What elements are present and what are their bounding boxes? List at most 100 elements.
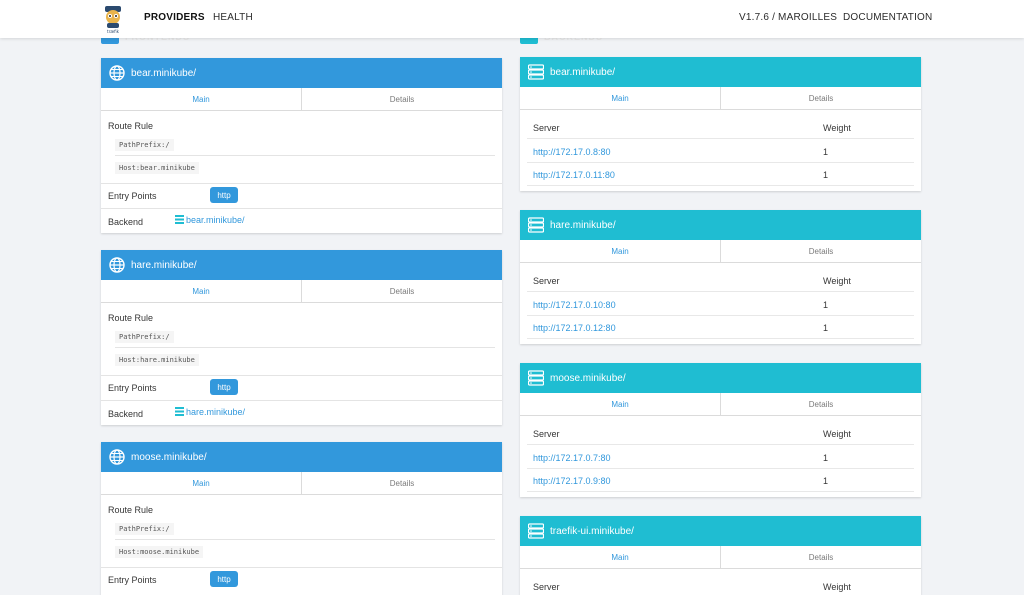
divider — [101, 375, 502, 376]
entry-point-http-button[interactable]: http — [210, 571, 238, 587]
frontend-tabs: Main Details — [101, 88, 502, 111]
server-url-link[interactable]: http://172.17.0.10:80 — [533, 300, 616, 310]
server-url-link[interactable]: http://172.17.0.7:80 — [533, 453, 611, 463]
server-weight: 1 — [823, 170, 829, 180]
backend-body: Server Weight http://172.17.0.8:80 1 htt… — [520, 110, 921, 190]
table-row: http://172.17.0.10:80 1 — [527, 293, 914, 316]
entry-point-http-button[interactable]: http — [210, 379, 238, 395]
server-icon — [528, 217, 544, 233]
backend-label: Backend — [108, 217, 144, 227]
tab-details[interactable]: Details — [302, 472, 502, 494]
tab-main[interactable]: Main — [520, 393, 721, 415]
frontend-name: hare.minikube/ — [131, 259, 197, 271]
backend-link[interactable]: bear.minikube/ — [175, 215, 245, 225]
divider — [101, 183, 502, 184]
backend-label: Backend — [108, 409, 144, 419]
backend-body: Server Weight — [520, 569, 921, 595]
server-weight: 1 — [823, 300, 829, 310]
frontend-card-hare: hare.minikube/ Main Details Route Rule P… — [101, 250, 502, 425]
divider — [115, 539, 495, 540]
table-row: http://172.17.0.7:80 1 — [527, 446, 914, 469]
tab-main[interactable]: Main — [101, 472, 302, 494]
weight-column-header: Weight — [823, 429, 851, 439]
table-row: http://172.17.0.8:80 1 — [527, 140, 914, 163]
table-header-row: Server Weight — [527, 422, 914, 445]
route-rule-label: Route Rule — [108, 505, 154, 515]
table-row: http://172.17.0.9:80 1 — [527, 469, 914, 492]
backend-link[interactable]: hare.minikube/ — [175, 407, 245, 417]
server-url-link[interactable]: http://172.17.0.11:80 — [533, 170, 615, 180]
traefik-logo-icon[interactable]: træfik — [102, 4, 124, 34]
server-url-link[interactable]: http://172.17.0.12:80 — [533, 323, 616, 333]
tab-details[interactable]: Details — [302, 280, 502, 302]
server-column-header: Server — [533, 123, 560, 133]
entry-point-http-button[interactable]: http — [210, 187, 238, 203]
backend-name: traefik-ui.minikube/ — [550, 525, 634, 537]
rule-pathprefix: PathPrefix:/ — [115, 523, 174, 535]
backend-card-traefik-ui: traefik-ui.minikube/ Main Details Server… — [520, 516, 921, 595]
backend-link-text[interactable]: bear.minikube/ — [186, 215, 245, 225]
backend-card-bear: bear.minikube/ Main Details Server Weigh… — [520, 57, 921, 191]
server-weight: 1 — [823, 147, 829, 157]
tab-details[interactable]: Details — [721, 240, 921, 262]
backend-card-moose: moose.minikube/ Main Details Server Weig… — [520, 363, 921, 497]
globe-icon — [109, 449, 125, 465]
backend-card-hare: hare.minikube/ Main Details Server Weigh… — [520, 210, 921, 344]
server-url-link[interactable]: http://172.17.0.8:80 — [533, 147, 611, 157]
nav-providers[interactable]: PROVIDERS — [144, 12, 205, 23]
frontend-card-header[interactable]: moose.minikube/ — [101, 442, 502, 472]
version-label: V1.7.6 / MAROILLES — [739, 12, 838, 23]
globe-icon — [109, 257, 125, 273]
rule-host: Host:hare.minikube — [115, 354, 199, 366]
divider — [115, 347, 495, 348]
server-icon — [528, 523, 544, 539]
frontend-card-header[interactable]: hare.minikube/ — [101, 250, 502, 280]
server-column-header: Server — [533, 429, 560, 439]
tab-details[interactable]: Details — [721, 546, 921, 568]
divider — [101, 400, 502, 401]
frontend-tabs: Main Details — [101, 472, 502, 495]
backend-link-text[interactable]: hare.minikube/ — [186, 407, 245, 417]
tab-details[interactable]: Details — [721, 87, 921, 109]
table-header-row: Server Weight — [527, 269, 914, 292]
tab-main[interactable]: Main — [101, 88, 302, 110]
backend-tabs: Main Details — [520, 87, 921, 110]
server-column-header: Server — [533, 276, 560, 286]
tab-main[interactable]: Main — [520, 87, 721, 109]
backend-tabs: Main Details — [520, 393, 921, 416]
frontend-body: Route Rule PathPrefix:/ Host:hare.miniku… — [101, 303, 502, 424]
rule-pathprefix: PathPrefix:/ — [115, 139, 174, 151]
tab-details[interactable]: Details — [721, 393, 921, 415]
server-url-link[interactable]: http://172.17.0.9:80 — [533, 476, 611, 486]
table-row: http://172.17.0.11:80 1 — [527, 163, 914, 186]
entry-points-label: Entry Points — [108, 383, 157, 393]
frontend-card-bear: bear.minikube/ Main Details Route Rule P… — [101, 58, 502, 233]
globe-icon — [109, 65, 125, 81]
nav-documentation[interactable]: DOCUMENTATION — [843, 12, 932, 23]
weight-column-header: Weight — [823, 123, 851, 133]
backend-card-header[interactable]: bear.minikube/ — [520, 57, 921, 87]
entry-points-label: Entry Points — [108, 191, 157, 201]
server-icon — [528, 64, 544, 80]
backend-card-header[interactable]: moose.minikube/ — [520, 363, 921, 393]
backend-card-header[interactable]: traefik-ui.minikube/ — [520, 516, 921, 546]
table-header-row: Server Weight — [527, 575, 914, 595]
weight-column-header: Weight — [823, 582, 851, 592]
backend-card-header[interactable]: hare.minikube/ — [520, 210, 921, 240]
tab-details[interactable]: Details — [302, 88, 502, 110]
route-rule-label: Route Rule — [108, 121, 154, 131]
frontend-card-header[interactable]: bear.minikube/ — [101, 58, 502, 88]
tab-main[interactable]: Main — [520, 240, 721, 262]
frontend-tabs: Main Details — [101, 280, 502, 303]
frontend-card-moose: moose.minikube/ Main Details Route Rule … — [101, 442, 502, 595]
rule-host: Host:bear.minikube — [115, 162, 199, 174]
tab-main[interactable]: Main — [101, 280, 302, 302]
tab-main[interactable]: Main — [520, 546, 721, 568]
route-rule-label: Route Rule — [108, 313, 154, 323]
divider — [101, 567, 502, 568]
server-icon — [175, 215, 184, 224]
backend-name: hare.minikube/ — [550, 219, 616, 231]
rule-host: Host:moose.minikube — [115, 546, 204, 558]
table-row: http://172.17.0.12:80 1 — [527, 316, 914, 339]
nav-health[interactable]: HEALTH — [213, 12, 253, 23]
